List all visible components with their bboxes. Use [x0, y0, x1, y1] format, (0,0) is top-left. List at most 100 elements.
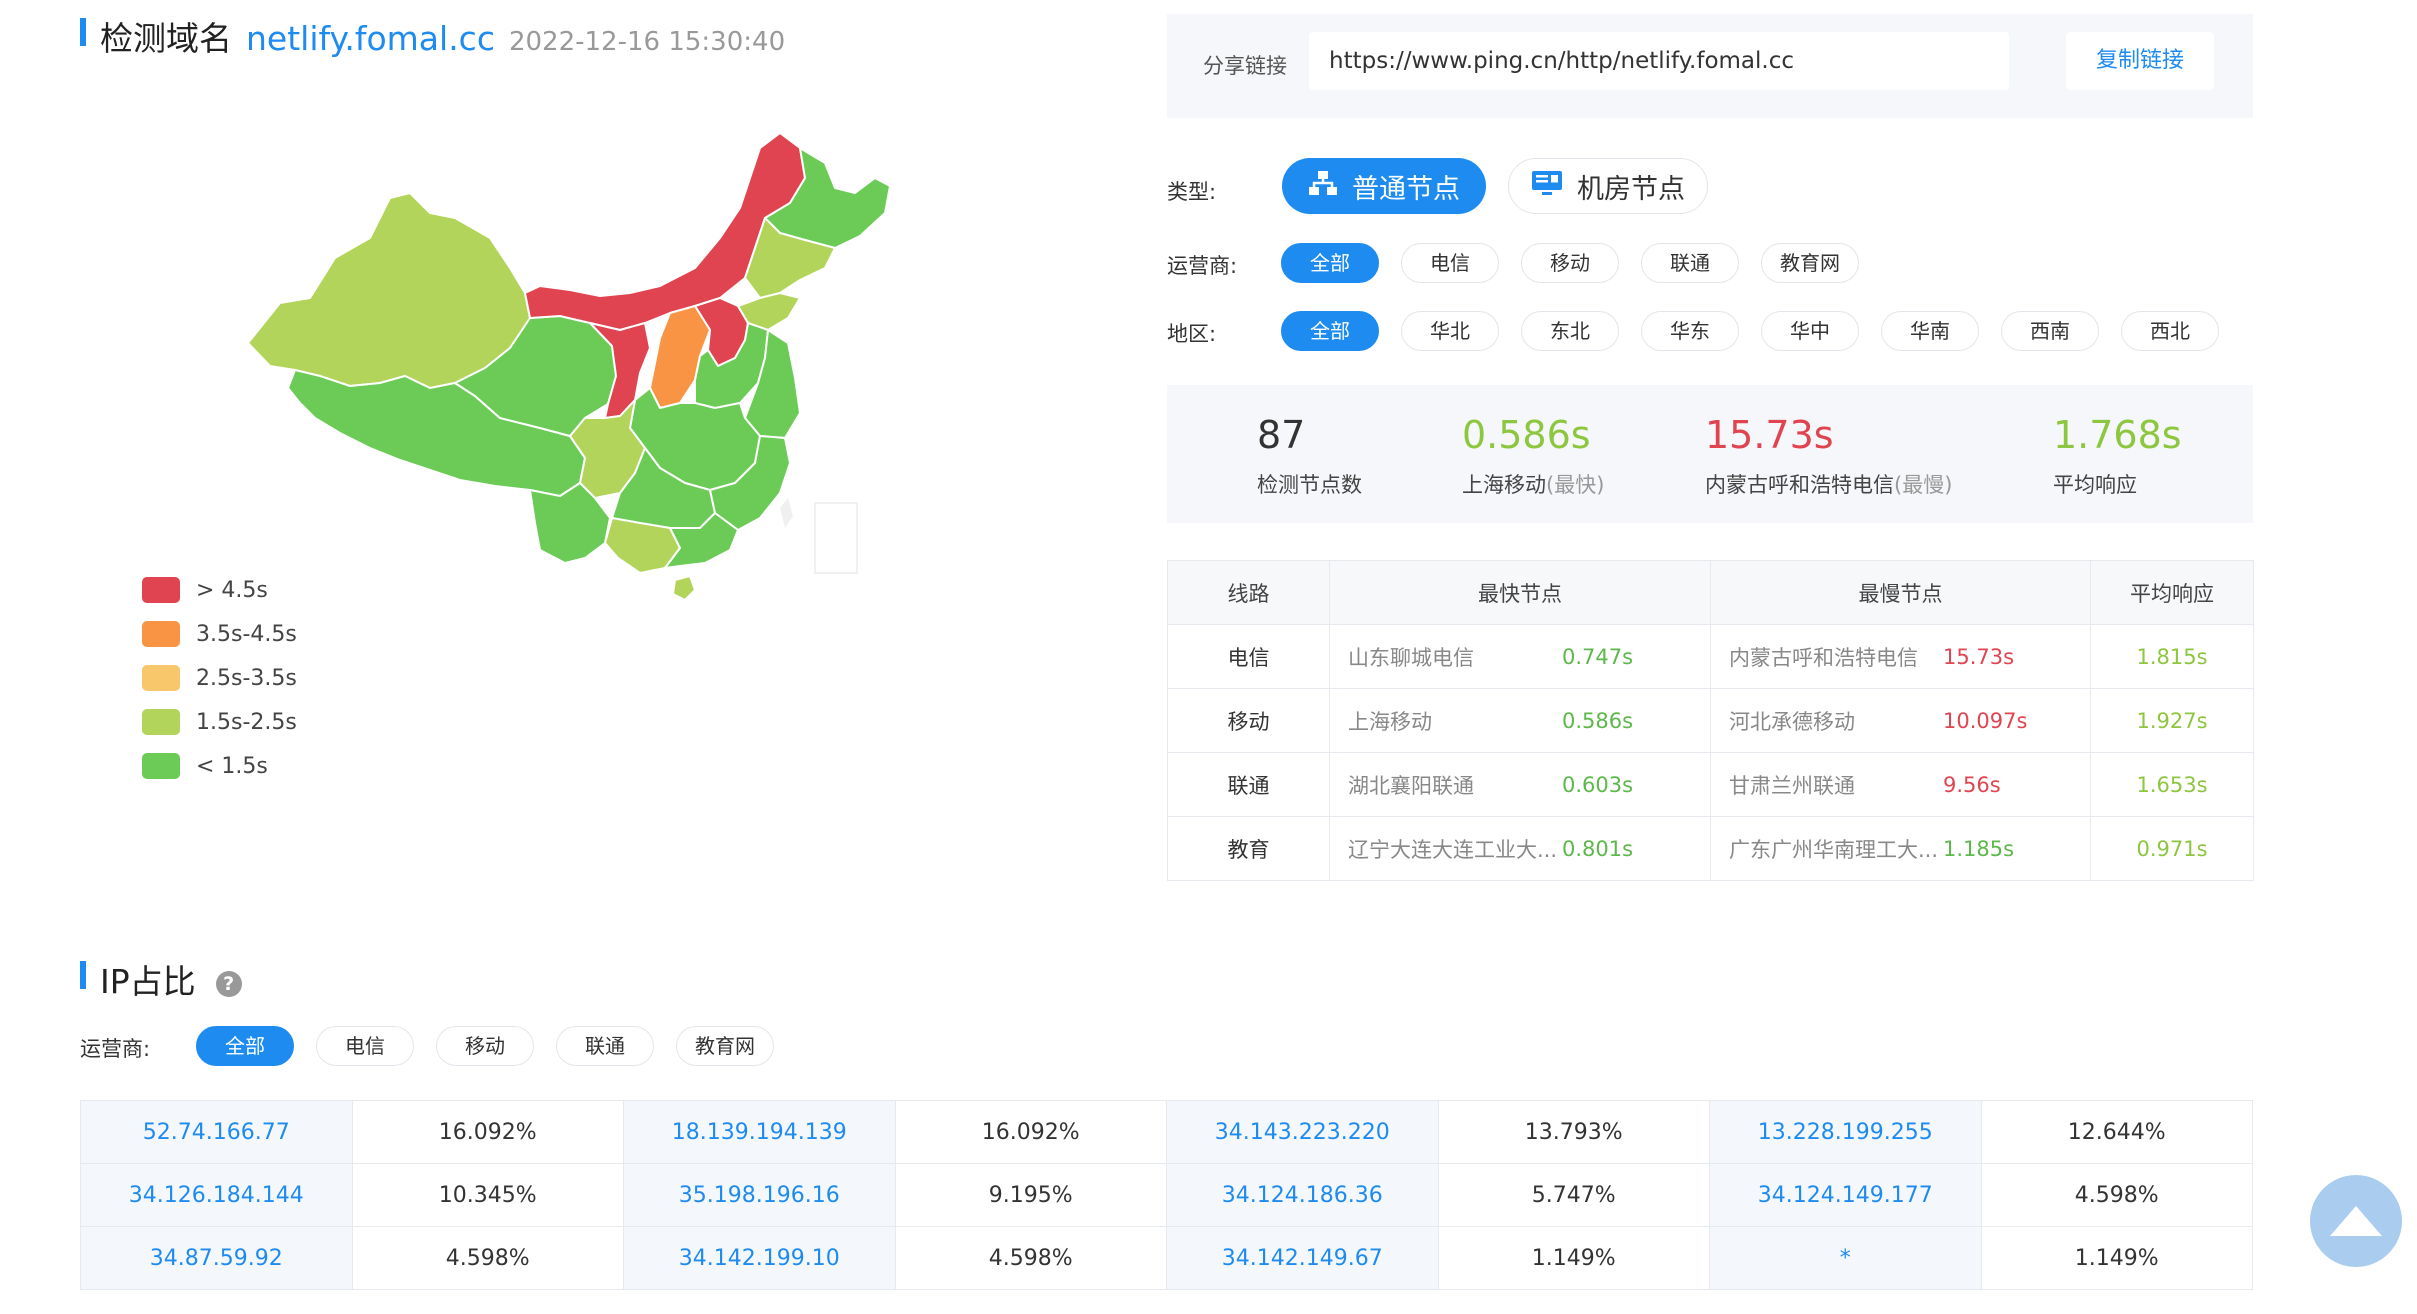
copy-link-button[interactable]: 复制链接 [2066, 32, 2214, 90]
tested-domain[interactable]: netlify.fomal.cc [246, 19, 495, 58]
stat-value: 1.768s [2053, 413, 2182, 457]
legend-item[interactable]: 3.5s-4.5s [142, 612, 297, 656]
table-row: 34.87.59.92 4.598% 34.142.199.10 4.598% … [80, 1226, 2253, 1290]
node-name: 河北承德移动 [1729, 709, 1855, 734]
region-option-all[interactable]: 全部 [1281, 311, 1379, 351]
type-normal-node-button[interactable]: 普通节点 [1282, 158, 1486, 214]
section-marker [80, 961, 86, 989]
region-option-south[interactable]: 华南 [1881, 311, 1979, 351]
region-option-central[interactable]: 华中 [1761, 311, 1859, 351]
ip-address[interactable]: 34.143.223.220 [1166, 1100, 1439, 1164]
ip-address[interactable]: 13.228.199.255 [1709, 1100, 1982, 1164]
average-time: 0.971s [2090, 816, 2254, 881]
stat-label: 检测节点数 [1257, 473, 1362, 497]
stat-label: 内蒙古呼和浩特电信(最慢) [1705, 469, 1952, 499]
legend-label: 3.5s-4.5s [196, 621, 297, 647]
col-header-average: 平均响应 [2090, 560, 2254, 625]
south-sea-inset [814, 502, 858, 574]
ip-address[interactable]: 34.124.186.36 [1166, 1163, 1439, 1227]
page-title: 检测域名 [100, 19, 232, 58]
region-xinjiang[interactable] [247, 192, 531, 389]
ip-isp-option-all[interactable]: 全部 [196, 1026, 294, 1066]
ip-address[interactable]: * [1709, 1226, 1982, 1290]
network-nodes-icon [1308, 170, 1338, 203]
ip-address[interactable]: 34.124.149.177 [1709, 1163, 1982, 1227]
ip-section-title: IP占比 [100, 962, 196, 1001]
legend-item[interactable]: 2.5s-3.5s [142, 656, 297, 700]
col-header-slowest: 最慢节点 [1710, 560, 2091, 625]
fastest-node-cell: 上海移动 0.586s [1329, 688, 1711, 753]
fastest-node-cell: 山东聊城电信 0.747s [1329, 624, 1711, 689]
ip-address[interactable]: 34.142.199.10 [623, 1226, 896, 1290]
ip-address[interactable]: 34.87.59.92 [80, 1226, 353, 1290]
node-name: 上海移动 [1348, 709, 1432, 734]
ip-isp-option-edu[interactable]: 教育网 [676, 1026, 774, 1066]
ip-isp-option-unicom[interactable]: 联通 [556, 1026, 654, 1066]
line-name: 教育 [1167, 816, 1330, 881]
arrow-up-icon [2330, 1206, 2382, 1236]
help-icon[interactable]: ? [215, 971, 242, 997]
line-name: 移动 [1167, 688, 1330, 753]
legend-item[interactable]: > 4.5s [142, 568, 297, 612]
isp-option-unicom[interactable]: 联通 [1641, 243, 1739, 283]
table-row: 34.126.184.144 10.345% 35.198.196.16 9.1… [80, 1163, 2253, 1227]
legend-swatch [142, 709, 180, 735]
isp-option-all[interactable]: 全部 [1281, 243, 1379, 283]
legend-swatch [142, 621, 180, 647]
table-header-row: 线路 最快节点 最慢节点 平均响应 [1167, 560, 2254, 625]
ip-address[interactable]: 18.139.194.139 [623, 1100, 896, 1164]
ip-percentage: 16.092% [351, 1100, 624, 1164]
node-time: 0.747s [1562, 644, 1634, 669]
node-time: 1.185s [1943, 836, 2015, 861]
ip-address[interactable]: 34.142.149.67 [1166, 1226, 1439, 1290]
table-row: 52.74.166.77 16.092% 18.139.194.139 16.0… [80, 1100, 2253, 1164]
summary-stats-panel: 87 检测节点数 0.586s 上海移动(最快) 15.73s 内蒙古呼和浩特电… [1167, 385, 2253, 523]
region-filter-label: 地区: [1167, 322, 1217, 346]
legend-item[interactable]: < 1.5s [142, 744, 297, 788]
region-option-southwest[interactable]: 西南 [2001, 311, 2099, 351]
ip-percentage: 9.195% [894, 1163, 1167, 1227]
table-row: 联通 湖北襄阳联通 0.603s 甘肃兰州联通 9.56s 1.653s [1167, 752, 2254, 817]
stat-node-count: 87 检测节点数 [1257, 413, 1362, 499]
legend-swatch [142, 753, 180, 779]
node-time: 9.56s [1943, 772, 2001, 797]
stat-value: 87 [1257, 413, 1306, 457]
ip-address[interactable]: 34.126.184.144 [80, 1163, 353, 1227]
node-time: 15.73s [1943, 644, 2015, 669]
ip-isp-option-mobile[interactable]: 移动 [436, 1026, 534, 1066]
stat-value: 0.586s [1462, 413, 1591, 457]
ip-address[interactable]: 52.74.166.77 [80, 1100, 353, 1164]
ip-percentage: 12.644% [1980, 1100, 2253, 1164]
isp-option-telecom[interactable]: 电信 [1401, 243, 1499, 283]
page-header: 检测域名 netlify.fomal.cc 2022-12-16 15:30:4… [80, 12, 785, 58]
region-hainan[interactable] [672, 575, 696, 601]
china-latency-map [247, 132, 891, 601]
region-option-northwest[interactable]: 西北 [2121, 311, 2219, 351]
ip-isp-option-telecom[interactable]: 电信 [316, 1026, 414, 1066]
ip-percentage: 4.598% [351, 1226, 624, 1290]
type-datacenter-node-button[interactable]: 机房节点 [1508, 158, 1708, 214]
isp-filter-label: 运营商: [1167, 254, 1238, 278]
region-option-east[interactable]: 华东 [1641, 311, 1739, 351]
legend-item[interactable]: 1.5s-2.5s [142, 700, 297, 744]
test-timestamp: 2022-12-16 15:30:40 [508, 27, 786, 57]
map-legend: > 4.5s 3.5s-4.5s 2.5s-3.5s 1.5s-2.5s < 1… [142, 568, 297, 788]
isp-option-edu[interactable]: 教育网 [1761, 243, 1859, 283]
node-name: 广东广州华南理工大... [1729, 837, 1939, 862]
isp-option-mobile[interactable]: 移动 [1521, 243, 1619, 283]
legend-label: < 1.5s [196, 753, 268, 779]
stat-note: (最快) [1546, 473, 1605, 497]
node-name: 甘肃兰州联通 [1729, 773, 1855, 798]
stat-slowest: 15.73s 内蒙古呼和浩特电信(最慢) [1705, 413, 1952, 499]
ip-address[interactable]: 35.198.196.16 [623, 1163, 896, 1227]
node-time: 0.603s [1562, 772, 1634, 797]
stat-average: 1.768s 平均响应 [2053, 413, 2182, 499]
fastest-node-cell: 辽宁大连大连工业大... 0.801s [1329, 816, 1711, 881]
slowest-node-cell: 甘肃兰州联通 9.56s [1710, 752, 2091, 817]
region-option-north[interactable]: 华北 [1401, 311, 1499, 351]
back-to-top-button[interactable] [2310, 1175, 2402, 1267]
legend-swatch [142, 577, 180, 603]
share-url-field[interactable]: https://www.ping.cn/http/netlify.fomal.c… [1309, 32, 2009, 90]
region-option-northeast[interactable]: 东北 [1521, 311, 1619, 351]
table-row: 移动 上海移动 0.586s 河北承德移动 10.097s 1.927s [1167, 688, 2254, 753]
